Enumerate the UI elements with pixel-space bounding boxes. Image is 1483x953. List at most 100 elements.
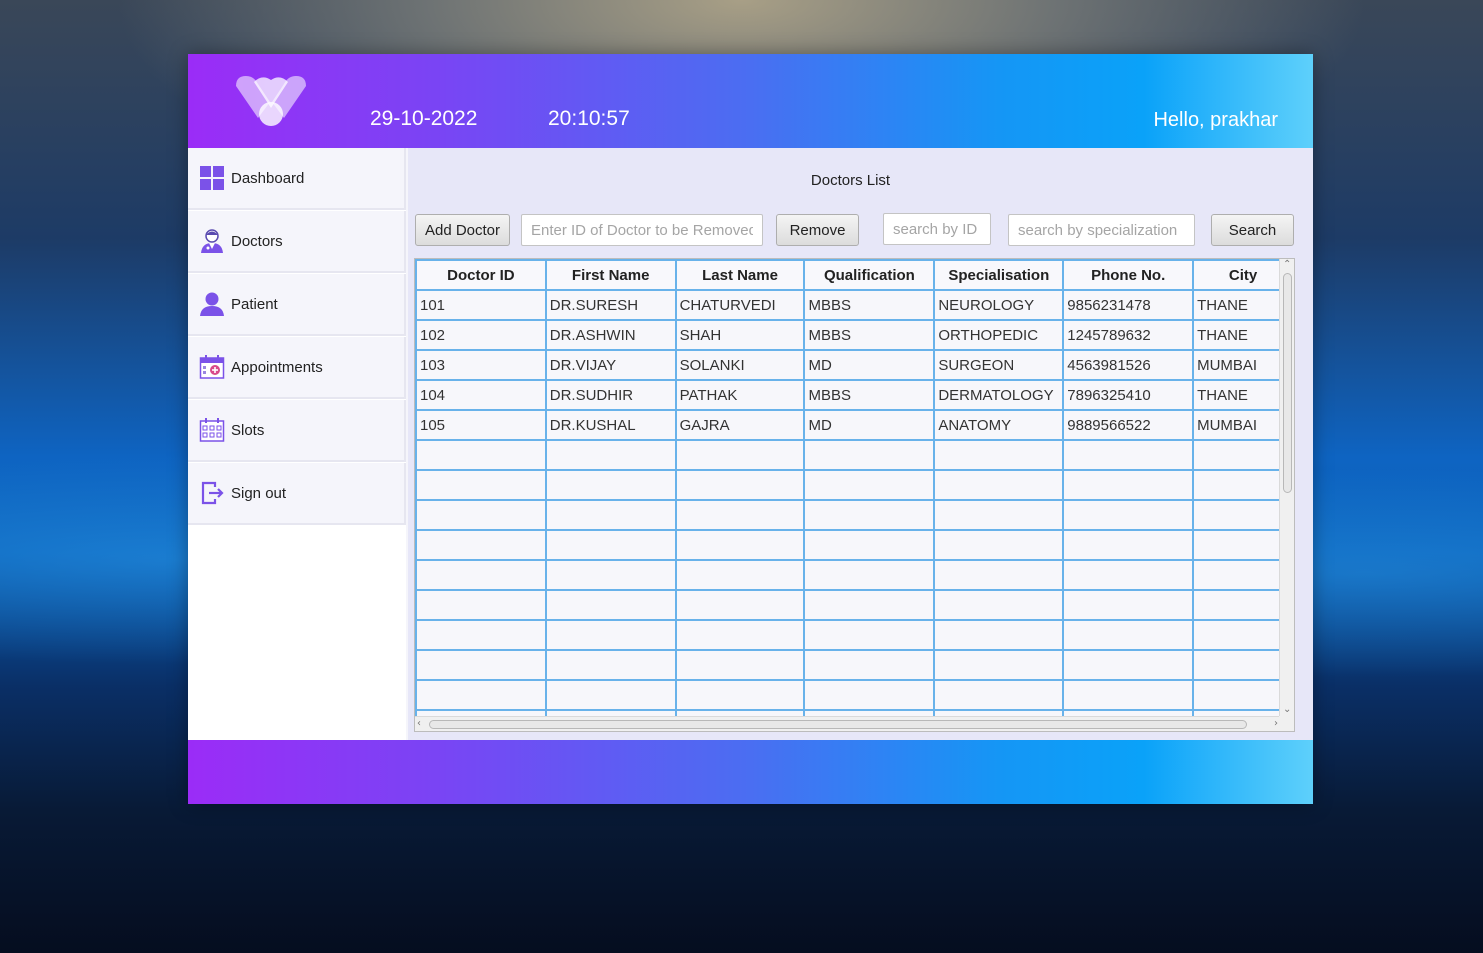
table-cell: DR.SUDHIR [544, 379, 677, 411]
sidebar-item-doctors[interactable]: Doctors [188, 211, 406, 273]
sidebar-item-label: Slots [231, 421, 265, 439]
column-header-last-name[interactable]: Last Name [674, 259, 806, 291]
sidebar-item-dashboard[interactable]: Dashboard [188, 148, 406, 210]
table-cell [933, 559, 1065, 591]
table-row[interactable]: 102 DR.ASHWIN SHAH MBBS ORTHOPEDIC 1245789632… [415, 319, 1294, 351]
sidebar-item-patient[interactable]: Patient [188, 274, 406, 336]
sidebar-item-label: Sign out [231, 484, 287, 502]
column-header-phone[interactable]: Phone No. [1062, 259, 1195, 291]
table-cell [674, 619, 806, 651]
sidebar-item-appointments[interactable]: Appointments [188, 337, 406, 399]
scroll-up-arrow-icon[interactable]: ⌃ [1283, 260, 1291, 270]
search-specialization-input[interactable] [1008, 214, 1195, 246]
table-cell [803, 589, 936, 621]
table-cell [1062, 469, 1195, 501]
doctor-icon [199, 228, 225, 254]
remove-button[interactable]: Remove [776, 214, 859, 246]
table-cell [544, 439, 677, 471]
table-cell [544, 619, 677, 651]
table-cell: SURGEON [933, 349, 1065, 381]
table-cell: 105 [415, 409, 547, 441]
table-cell: 101 [415, 289, 547, 321]
table-row-empty[interactable] [415, 619, 1294, 651]
vertical-scrollbar[interactable]: ⌃ ⌄ [1279, 259, 1294, 717]
app-logo-icon [236, 76, 306, 126]
table-row-empty[interactable] [415, 469, 1294, 501]
sidebar-item-label: Patient [231, 295, 278, 313]
horizontal-scroll-thumb[interactable] [429, 720, 1247, 729]
table-cell [544, 679, 677, 711]
add-doctor-button[interactable]: Add Doctor [415, 214, 510, 246]
table-cell [544, 529, 677, 561]
table-cell [415, 529, 547, 561]
scroll-left-arrow-icon[interactable]: ‹ [417, 719, 421, 729]
table-cell [415, 589, 547, 621]
table-row[interactable]: 105 DR.KUSHAL GAJRA MD ANATOMY 9889566522 MUMB… [415, 409, 1294, 441]
sign-out-icon [199, 480, 225, 506]
calendar-grid-icon [199, 417, 225, 443]
table-cell [1062, 649, 1195, 681]
table-cell [933, 529, 1065, 561]
table-row-empty[interactable] [415, 439, 1294, 471]
scroll-right-arrow-icon[interactable]: › [1274, 719, 1278, 729]
column-header-doctor-id[interactable]: Doctor ID [415, 259, 547, 291]
table-row-empty[interactable] [415, 589, 1294, 621]
search-id-input[interactable] [883, 213, 991, 245]
column-header-specialisation[interactable]: Specialisation [933, 259, 1065, 291]
table-cell: 102 [415, 319, 547, 351]
table-cell: MBBS [803, 289, 936, 321]
table-cell [415, 649, 547, 681]
table-row[interactable]: 101 DR.SURESH CHATURVEDI MBBS NEUROLOGY 98562… [415, 289, 1294, 321]
sidebar-item-label: Appointments [231, 358, 323, 376]
table-cell: DR.SURESH [544, 289, 677, 321]
table-cell: 104 [415, 379, 547, 411]
header-bar: 29-10-2022 20:10:57 Hello, prakhar [188, 54, 1313, 148]
table-cell: DR.KUSHAL [544, 409, 677, 441]
table-cell [674, 439, 806, 471]
table-cell [803, 499, 936, 531]
table-row-empty[interactable] [415, 499, 1294, 531]
doctors-table-grid: Doctor ID First Name Last Name Qualifica… [415, 259, 1294, 731]
table-cell: MUMBAI [1192, 349, 1294, 381]
table-cell [803, 619, 936, 651]
table-cell [933, 439, 1065, 471]
table-cell [674, 649, 806, 681]
table-row-empty[interactable] [415, 559, 1294, 591]
table-cell: ORTHOPEDIC [933, 319, 1065, 351]
table-cell [1192, 469, 1294, 501]
table-cell [1062, 439, 1195, 471]
table-row[interactable]: 103 DR.VIJAY SOLANKI MD SURGEON 4563981526 MUM… [415, 349, 1294, 381]
table-row-empty[interactable] [415, 679, 1294, 711]
table-cell [415, 469, 547, 501]
table-row-empty[interactable] [415, 529, 1294, 561]
table-cell [803, 439, 936, 471]
table-cell: MD [803, 409, 936, 441]
table-cell [415, 679, 547, 711]
remove-id-input[interactable] [521, 214, 763, 246]
column-header-first-name[interactable]: First Name [544, 259, 677, 291]
horizontal-scrollbar[interactable]: ‹ › [415, 716, 1281, 731]
vertical-scroll-thumb[interactable] [1283, 273, 1292, 493]
column-header-qualification[interactable]: Qualification [803, 259, 936, 291]
search-button[interactable]: Search [1211, 214, 1294, 246]
table-cell [1192, 529, 1294, 561]
table-cell: DR.ASHWIN [544, 319, 677, 351]
app-window: 29-10-2022 20:10:57 Hello, prakhar Dashb… [188, 54, 1313, 804]
header-date: 29-10-2022 [370, 107, 478, 130]
page-title: Doctors List [810, 172, 891, 189]
table-cell [1062, 679, 1195, 711]
table-row[interactable]: 104 DR.SUDHIR PATHAK MBBS DERMATOLOGY 7896325… [415, 379, 1294, 411]
table-row-empty[interactable] [415, 649, 1294, 681]
table-cell: SHAH [674, 319, 806, 351]
sidebar-item-sign-out[interactable]: Sign out [188, 463, 406, 525]
table-cell: 4563981526 [1062, 349, 1195, 381]
scroll-down-arrow-icon[interactable]: ⌄ [1283, 705, 1291, 715]
scrollbar-corner [1279, 716, 1294, 731]
sidebar-item-slots[interactable]: Slots [188, 400, 406, 462]
doctors-table[interactable]: Doctor ID First Name Last Name Qualifica… [414, 258, 1295, 732]
table-cell: NEUROLOGY [933, 289, 1065, 321]
table-cell: GAJRA [674, 409, 806, 441]
table-cell [803, 649, 936, 681]
column-header-city[interactable]: City [1192, 259, 1294, 291]
table-cell: PATHAK [674, 379, 806, 411]
